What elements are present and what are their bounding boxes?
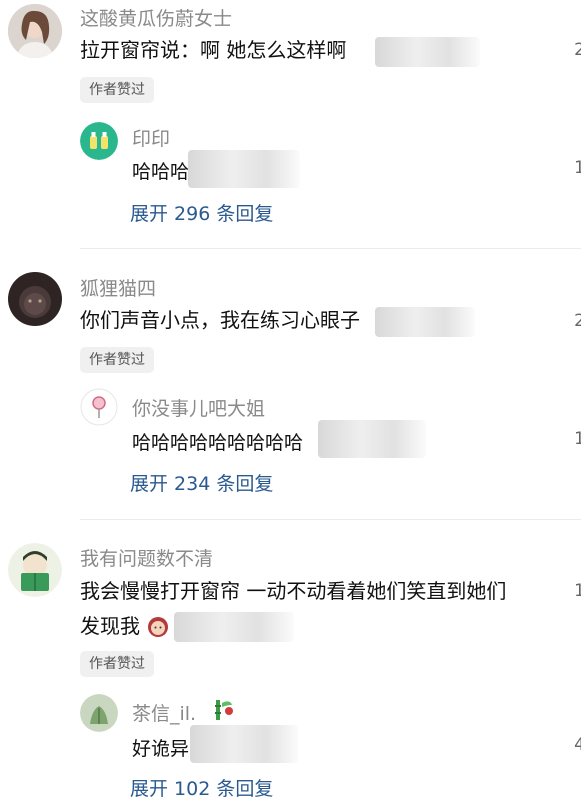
- girl-face-emoji-icon: [146, 614, 170, 638]
- author-liked-badge: 作者赞过: [80, 77, 154, 103]
- reply-text: 哈哈哈哈哈哈哈哈哈: [132, 432, 304, 454]
- expand-replies-link[interactable]: 展开 234 条回复: [130, 469, 273, 496]
- comment-text: 拉开窗帘说：啊 她怎么这样啊: [80, 38, 347, 62]
- reply-username[interactable]: 印印: [132, 124, 170, 151]
- green-drinks-avatar-icon[interactable]: [80, 122, 118, 160]
- reply-username[interactable]: 你没事儿吧大姐: [132, 394, 265, 421]
- author-liked-badge: 作者赞过: [80, 651, 154, 677]
- comment-text: 你们声音小点，我在练习心眼子: [80, 308, 360, 332]
- reading-character-avatar-icon[interactable]: [8, 543, 62, 597]
- redacted-blur: [375, 307, 475, 337]
- comment-username[interactable]: 这酸黄瓜伤蔚女士: [80, 4, 232, 31]
- divider: [80, 519, 581, 520]
- redacted-blur: [318, 420, 426, 458]
- redacted-blur: [190, 725, 298, 763]
- like-count: 1: [574, 581, 581, 601]
- divider: [80, 248, 581, 249]
- redacted-blur: [188, 150, 300, 188]
- redacted-blur: [174, 612, 294, 642]
- reply-like-count: 4: [574, 735, 581, 755]
- like-count: 2: [574, 311, 581, 331]
- reply-text: 好诡异: [132, 738, 190, 760]
- dark-cat-avatar-icon[interactable]: [8, 272, 62, 326]
- expand-replies-link[interactable]: 展开 296 条回复: [130, 199, 273, 226]
- plant-avatar-icon[interactable]: [80, 694, 118, 732]
- comment-text-line-2: 发现我: [80, 614, 140, 638]
- reply-like-count: 1: [574, 158, 581, 178]
- bamboo-emoji-icon: [210, 697, 236, 723]
- author-liked-badge: 作者赞过: [80, 347, 154, 373]
- comment-text-line-1: 我会慢慢打开窗帘 一动不动看着她们笑直到她们: [80, 579, 507, 603]
- woman-portrait-avatar-icon[interactable]: [8, 4, 62, 58]
- lollipop-avatar-icon[interactable]: [80, 388, 118, 426]
- comment-username[interactable]: 我有问题数不清: [80, 544, 213, 571]
- redacted-blur: [375, 37, 480, 67]
- reply-username[interactable]: 茶信_il.: [132, 699, 196, 726]
- comment-username[interactable]: 狐狸猫四: [80, 274, 156, 301]
- like-count: 2: [574, 40, 581, 60]
- expand-replies-link[interactable]: 展开 102 条回复: [130, 774, 273, 801]
- reply-text: 哈哈哈: [132, 161, 190, 183]
- reply-like-count: 1: [574, 429, 581, 449]
